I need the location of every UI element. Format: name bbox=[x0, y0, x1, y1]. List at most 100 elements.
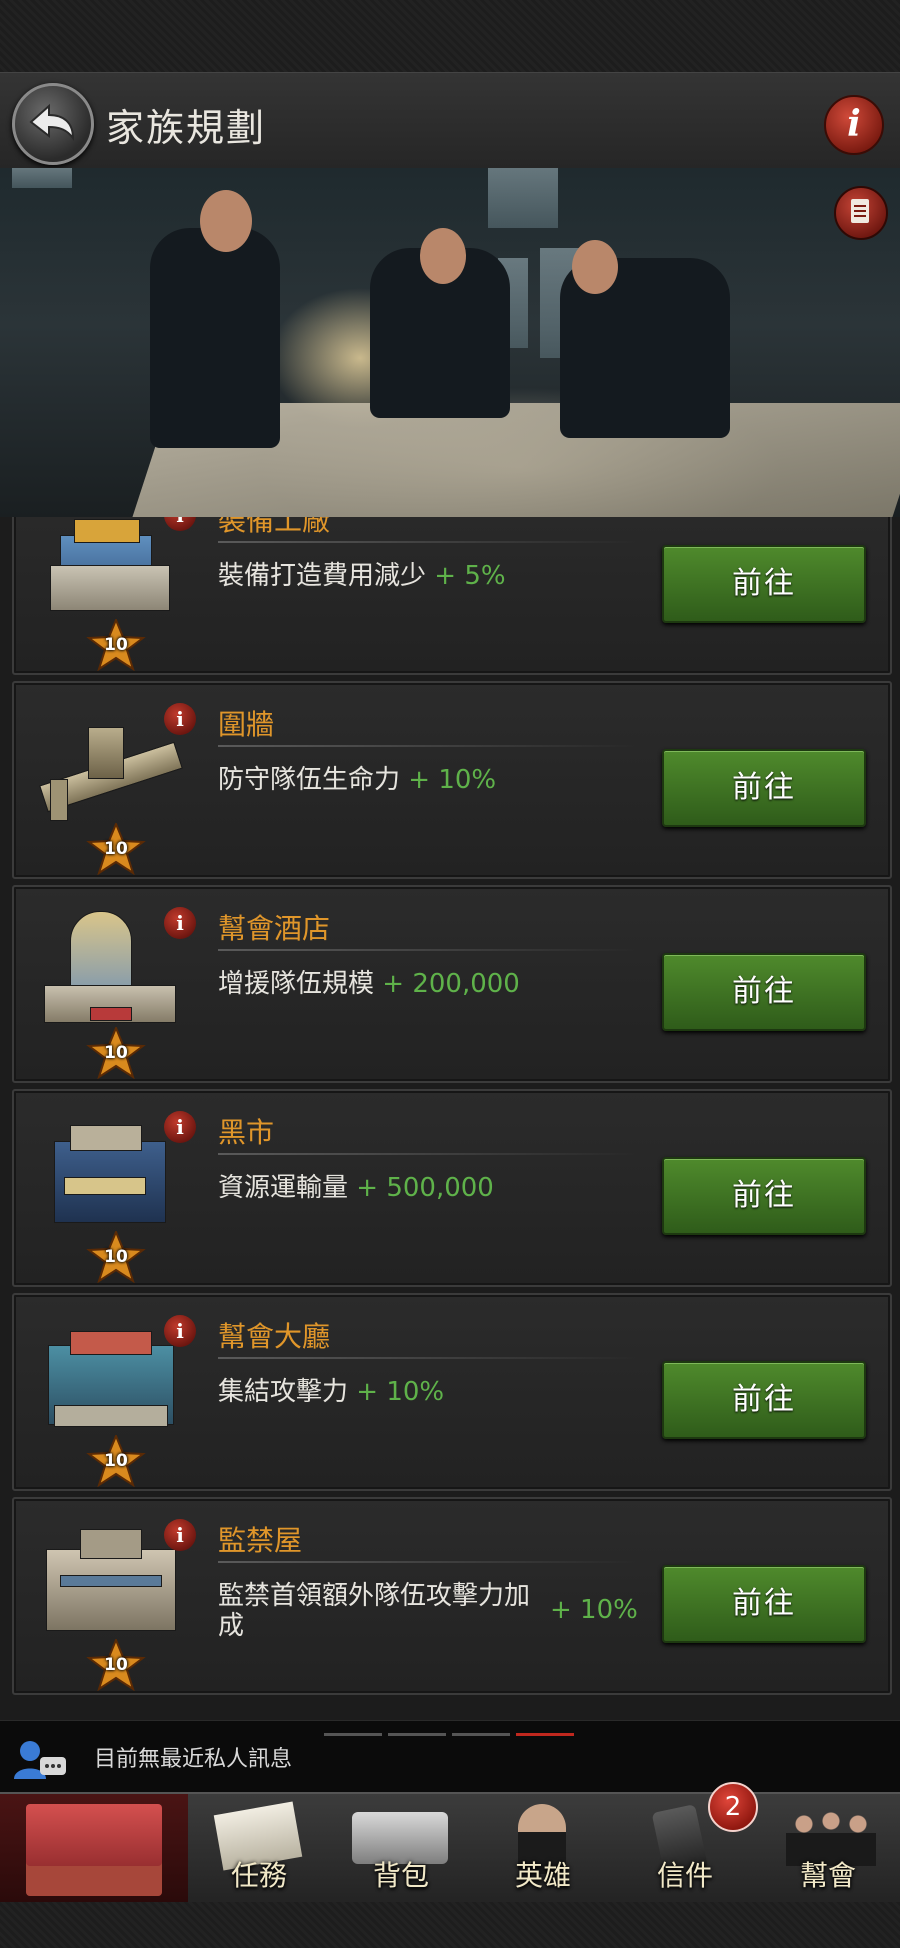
building-effect: 裝備打造費用減少 + 5% bbox=[218, 561, 548, 591]
go-button[interactable]: 前往 bbox=[662, 1361, 866, 1439]
building-block bbox=[90, 1007, 132, 1021]
effect-bonus: + 200,000 bbox=[382, 969, 520, 999]
building-info-icon[interactable]: i bbox=[164, 1315, 196, 1347]
level-badge: 10 bbox=[86, 1231, 146, 1283]
info-icon: i bbox=[847, 103, 861, 145]
notes-icon bbox=[851, 199, 869, 223]
building-block bbox=[50, 565, 170, 611]
level-badge: 10 bbox=[86, 1027, 146, 1079]
level-badge: 10 bbox=[86, 823, 146, 875]
page-indicator bbox=[324, 1721, 580, 1736]
building-info-icon[interactable]: i bbox=[164, 1519, 196, 1551]
tab-label: 信件 bbox=[656, 1859, 713, 1892]
page-dot bbox=[324, 1733, 382, 1736]
tab-quests[interactable]: 任務 bbox=[188, 1794, 332, 1904]
tab-home[interactable] bbox=[0, 1794, 190, 1904]
building-block bbox=[64, 1177, 146, 1195]
level-badge: 10 bbox=[86, 1435, 146, 1487]
divider bbox=[218, 949, 638, 951]
tab-label: 背包 bbox=[372, 1859, 429, 1892]
building-effect: 集結攻擊力 + 10% bbox=[218, 1377, 548, 1407]
gang-hall-building-icon bbox=[30, 1315, 180, 1435]
divider bbox=[218, 1561, 638, 1563]
banner-window bbox=[488, 168, 558, 228]
effect-bonus: + 500,000 bbox=[356, 1173, 494, 1203]
list-item: 10 i 黑市 資源運輸量 + 500,000 前往 bbox=[12, 1089, 892, 1287]
level-value: 10 bbox=[104, 1451, 128, 1471]
tab-gang[interactable]: 幫會 bbox=[756, 1794, 900, 1904]
building-effect: 資源運輸量 + 500,000 bbox=[218, 1173, 548, 1203]
bottom-strip bbox=[0, 1902, 900, 1948]
tab-label: 任務 bbox=[230, 1859, 287, 1892]
home-building-icon bbox=[26, 1804, 162, 1896]
effect-text: 裝備打造費用減少 bbox=[218, 561, 427, 591]
go-button[interactable]: 前往 bbox=[662, 1565, 866, 1643]
divider bbox=[218, 745, 638, 747]
effect-text: 增援隊伍規模 bbox=[218, 969, 375, 999]
list-item: 10 i 圍牆 防守隊伍生命力 + 10% 前往 bbox=[12, 681, 892, 879]
building-block bbox=[80, 1529, 142, 1559]
tab-backpack[interactable]: 背包 bbox=[330, 1794, 474, 1904]
building-info-icon[interactable]: i bbox=[164, 1111, 196, 1143]
level-badge: 10 bbox=[86, 619, 146, 671]
equipment-factory-building-icon bbox=[30, 517, 180, 619]
notes-button[interactable] bbox=[834, 186, 888, 240]
level-value: 10 bbox=[104, 635, 128, 655]
chat-icon bbox=[14, 1741, 66, 1779]
go-button[interactable]: 前往 bbox=[662, 1157, 866, 1235]
prison-building-icon bbox=[30, 1519, 180, 1639]
effect-text: 集結攻擊力 bbox=[218, 1377, 349, 1407]
list-item: 10 i 裝備工廠 裝備打造費用減少 + 5% 前往 bbox=[12, 517, 892, 675]
list-item: 10 i 幫會酒店 增援隊伍規模 + 200,000 前往 bbox=[12, 885, 892, 1083]
building-list[interactable]: 10 i 裝備工廠 裝備打造費用減少 + 5% 前往 10 i 圍牆 bbox=[0, 517, 900, 1720]
divider bbox=[218, 1357, 638, 1359]
private-message-bar[interactable]: 目前無最近私人訊息 bbox=[0, 1720, 900, 1793]
effect-text: 防守隊伍生命力 bbox=[218, 765, 401, 795]
page-title: 家族規劃 bbox=[106, 106, 267, 150]
building-effect: 增援隊伍規模 + 200,000 bbox=[218, 969, 548, 999]
mail-count-badge: 2 bbox=[708, 1782, 758, 1832]
wall-building-icon bbox=[30, 703, 183, 823]
banner-figure-head bbox=[200, 190, 252, 252]
banner-figure-head bbox=[572, 240, 618, 294]
building-block bbox=[60, 1575, 162, 1587]
list-item: 10 i 幫會大廳 集結攻擊力 + 10% 前往 bbox=[12, 1293, 892, 1491]
building-block bbox=[74, 519, 140, 543]
level-value: 10 bbox=[104, 839, 128, 859]
message-text: 目前無最近私人訊息 bbox=[94, 1747, 293, 1772]
go-button[interactable]: 前往 bbox=[662, 953, 866, 1031]
effect-bonus: + 10% bbox=[550, 1595, 638, 1625]
go-button[interactable]: 前往 bbox=[662, 545, 866, 623]
effect-bonus: + 10% bbox=[408, 765, 497, 795]
building-info-icon[interactable]: i bbox=[164, 907, 196, 939]
banner-image bbox=[0, 168, 900, 517]
page-dot bbox=[388, 1733, 446, 1736]
effect-text: 監禁首領額外隊伍攻擊力加成 bbox=[218, 1581, 531, 1641]
tab-label: 英雄 bbox=[514, 1859, 571, 1892]
header-bar: 家族規劃 i bbox=[0, 72, 900, 171]
tab-heroes[interactable]: 英雄 bbox=[472, 1794, 616, 1904]
building-block bbox=[50, 779, 68, 821]
effect-bonus: + 5% bbox=[434, 561, 506, 591]
black-market-building-icon bbox=[30, 1111, 180, 1231]
back-arrow-icon bbox=[29, 103, 75, 142]
building-name: 監禁屋 bbox=[218, 1524, 303, 1557]
back-button[interactable] bbox=[12, 83, 94, 165]
building-block bbox=[88, 727, 124, 779]
level-value: 10 bbox=[104, 1043, 128, 1063]
go-button[interactable]: 前往 bbox=[662, 749, 866, 827]
building-block bbox=[46, 1549, 176, 1631]
planning-screen: 家族規劃 i 10 i 裝備工廠 bbox=[0, 0, 900, 1948]
level-badge: 10 bbox=[86, 1639, 146, 1691]
building-effect: 防守隊伍生命力 + 10% bbox=[218, 765, 548, 795]
banner-figure-head bbox=[420, 228, 466, 284]
building-info-icon[interactable]: i bbox=[164, 703, 196, 735]
building-name: 黑市 bbox=[218, 1116, 275, 1149]
effect-bonus: + 10% bbox=[356, 1377, 445, 1407]
building-block bbox=[70, 1125, 142, 1151]
status-strip bbox=[0, 0, 900, 74]
info-button[interactable]: i bbox=[824, 95, 884, 155]
level-value: 10 bbox=[104, 1247, 128, 1267]
building-block bbox=[70, 1331, 152, 1355]
divider bbox=[218, 541, 638, 543]
